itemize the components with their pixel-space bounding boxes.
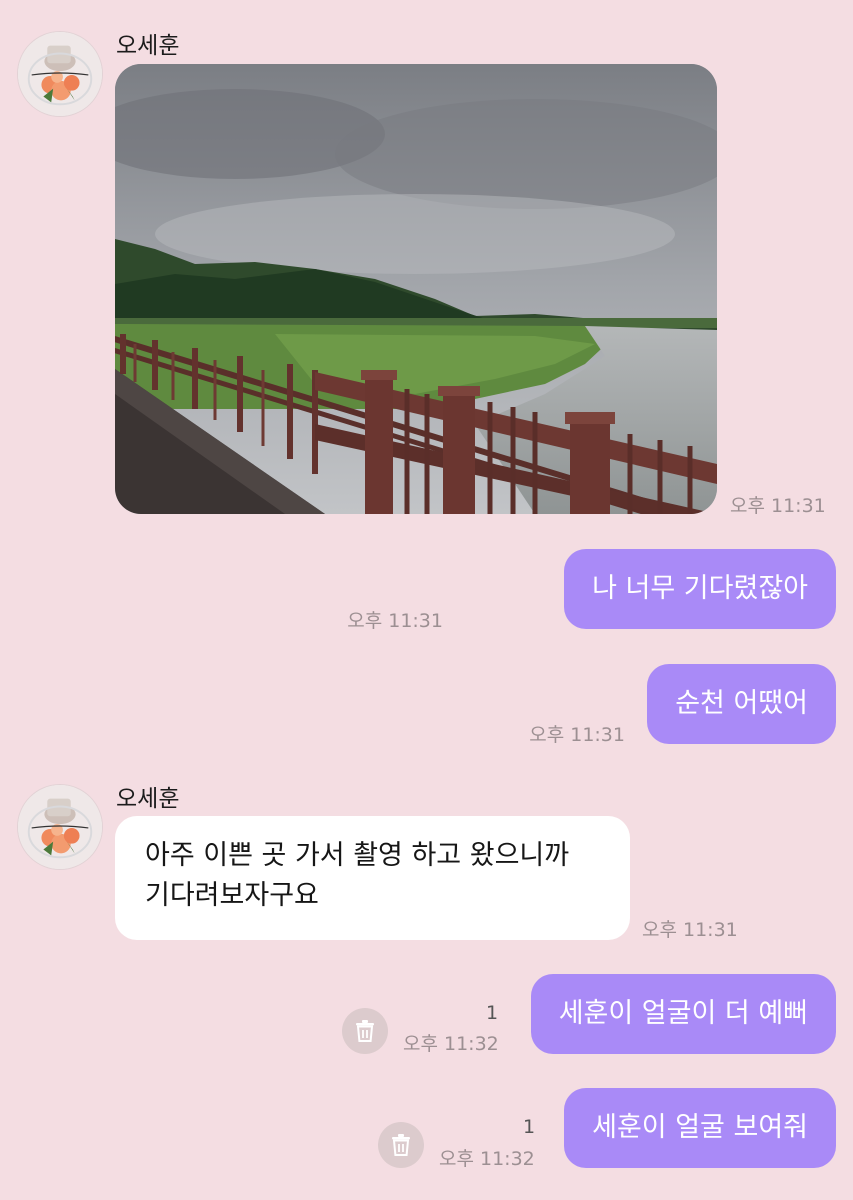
message-time: 오후 11:31 <box>730 495 826 517</box>
sender-name: 오세훈 <box>116 33 180 59</box>
sender-name: 오세훈 <box>116 786 180 812</box>
message-text-line: 아주 이쁜 곳 가서 촬영 하고 왔으니까 <box>145 840 570 871</box>
message-time: 오후 11:32 <box>439 1148 535 1170</box>
trash-icon <box>392 1134 410 1156</box>
sent-message-bubble[interactable]: 순천 어땠어 <box>647 664 836 744</box>
message-text: 순천 어땠어 <box>675 688 808 719</box>
message-time: 오후 11:31 <box>642 919 738 941</box>
message-text: 세훈이 얼굴이 더 예뻐 <box>558 998 808 1029</box>
delete-button[interactable] <box>342 1008 388 1054</box>
received-message-bubble[interactable]: 아주 이쁜 곳 가서 촬영 하고 왔으니까 기다려보자구요 <box>115 816 630 940</box>
unread-count: 1 <box>523 1116 536 1138</box>
message-text-line: 기다려보자구요 <box>145 880 319 911</box>
unread-count: 1 <box>486 1002 499 1024</box>
avatar-image <box>18 32 102 116</box>
message-time: 오후 11:32 <box>403 1033 499 1055</box>
sent-message-bubble[interactable]: 나 너무 기다렸잖아 <box>564 549 836 629</box>
sent-message-bubble[interactable]: 세훈이 얼굴 보여줘 <box>564 1088 836 1168</box>
message-text: 나 너무 기다렸잖아 <box>592 573 808 604</box>
photo-message[interactable] <box>115 64 717 514</box>
contact-avatar[interactable] <box>17 31 103 117</box>
sent-message-bubble[interactable]: 세훈이 얼굴이 더 예뻐 <box>530 974 836 1054</box>
message-time: 오후 11:31 <box>529 724 625 746</box>
delete-button[interactable] <box>378 1122 424 1168</box>
trash-icon <box>356 1020 374 1042</box>
message-time: 오후 11:31 <box>347 610 443 632</box>
contact-avatar[interactable] <box>17 784 103 870</box>
avatar-image <box>18 785 102 869</box>
message-text: 세훈이 얼굴 보여줘 <box>592 1112 808 1143</box>
boardwalk-river-photo <box>115 64 717 514</box>
